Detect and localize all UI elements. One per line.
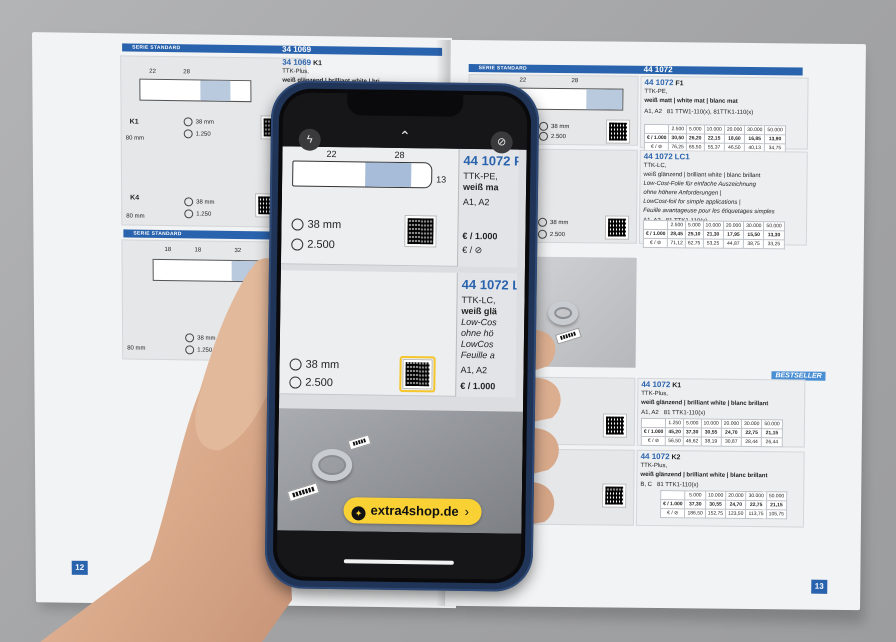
- product-line: TTK-PE,: [463, 170, 498, 182]
- dim-label: 22: [326, 148, 337, 160]
- vf-product-mid: 44 1072 L TTK-LC, weiß glä Low-Cos ohne …: [455, 272, 517, 398]
- product-line: TTK-LC,: [461, 294, 496, 306]
- price-sub: € / ⊘: [462, 244, 483, 256]
- label-sample: ▮▮▮▮▮: [347, 434, 372, 451]
- product-line: weiß ma: [463, 181, 499, 193]
- print-methods: A1, A2: [460, 364, 488, 376]
- dim-label: 28: [394, 149, 405, 161]
- shop-link-label: extra4shop.de: [370, 502, 459, 519]
- label-diagram: [292, 160, 433, 189]
- phone-notch: [347, 93, 464, 117]
- roll-icon: [291, 218, 304, 231]
- product-code: 44 1072 F1: [463, 152, 519, 169]
- product-code: 44 1072 L: [461, 276, 517, 293]
- meta-diameter: 38 mm: [291, 218, 341, 231]
- product-line: Low-Cos: [461, 316, 497, 328]
- product-line: Feuille a: [460, 349, 495, 361]
- smartphone: ϟ ⌃ ⊘ 22 28 13 38 mm 2.500 44 1072 F1 TT…: [264, 80, 540, 592]
- compass-icon: ✦: [351, 506, 366, 521]
- product-line: LowCos: [460, 338, 494, 350]
- print-methods: A1, A2: [462, 196, 490, 208]
- camera-bottom-bar: [276, 530, 522, 580]
- chevron-right-icon: ›: [464, 503, 470, 519]
- count-icon: [289, 376, 302, 389]
- camera-screen: ϟ ⌃ ⊘ 22 28 13 38 mm 2.500 44 1072 F1 TT…: [276, 92, 528, 580]
- label-tag: [365, 162, 412, 188]
- label-sample: ▮▮▮▮▮▮▮: [286, 482, 320, 502]
- product-line: weiß glä: [461, 305, 497, 317]
- product-line: ohne hö: [460, 327, 494, 339]
- qr-scan-frame: [399, 355, 436, 393]
- count-label: 13: [436, 174, 447, 185]
- price-header: € / 1.000: [460, 380, 496, 392]
- count-icon: [291, 238, 304, 251]
- shop-link-button[interactable]: ✦ extra4shop.de ›: [343, 497, 482, 526]
- meta-quantity: 2.500: [289, 376, 333, 389]
- meta-quantity: 2.500: [291, 238, 335, 251]
- qr-code: [405, 216, 436, 247]
- vf-product-top: 44 1072 F1 TTK-PE, weiß ma A1, A2 € / 1.…: [456, 148, 519, 268]
- price-header: € / 1.000: [462, 230, 498, 242]
- roll-icon: [289, 358, 302, 371]
- camera-viewfinder: 22 28 13 38 mm 2.500 44 1072 F1 TTK-PE,: [277, 146, 527, 534]
- photo-scene: SERIE STANDARD 34 1069 22 28 K1 80 mm 38…: [0, 0, 896, 642]
- chevron-up-icon[interactable]: ⌃: [395, 128, 415, 144]
- cable-ring: [311, 448, 353, 482]
- phone-bezel: ϟ ⌃ ⊘ 22 28 13 38 mm 2.500 44 1072 F1 TT…: [272, 88, 532, 584]
- meta-diameter: 38 mm: [289, 358, 339, 371]
